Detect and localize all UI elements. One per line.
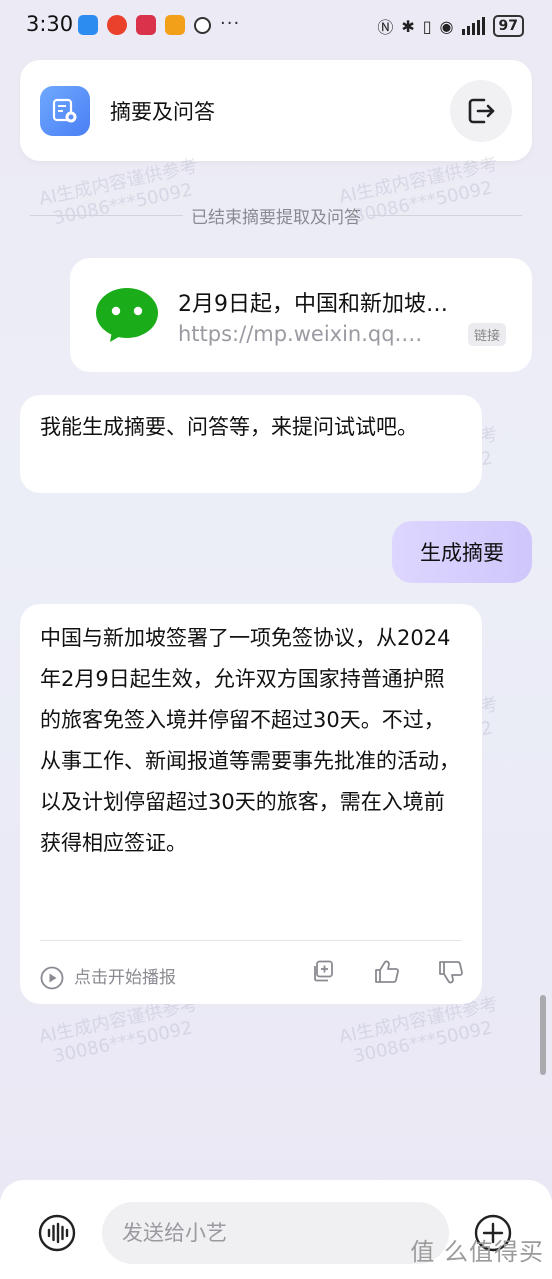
divider-line xyxy=(30,215,183,216)
voice-input-icon[interactable] xyxy=(38,1214,76,1252)
play-icon xyxy=(40,966,64,990)
exit-icon xyxy=(468,98,495,124)
assistant-message-intro: 我能生成摘要、问答等，来提问试试吧。 xyxy=(20,395,482,493)
summary-text: 中国与新加坡签署了一项免签协议，从2024年2月9日起生效，允许双方国家持普通护… xyxy=(40,626,460,855)
watermark: AI生成内容谨供参考30086***50092 xyxy=(37,993,200,1068)
copy-icon[interactable] xyxy=(312,960,334,982)
messenger-notification-icon xyxy=(78,15,98,35)
app-notification-icon xyxy=(194,17,211,34)
play-label: 点击开始播报 xyxy=(74,968,176,988)
status-time: 3:30 xyxy=(26,12,74,36)
more-notifications-icon: ··· xyxy=(220,13,241,34)
link-url: https://mp.weixin.qq.… xyxy=(178,322,423,346)
nfc-icon: Ⓝ xyxy=(377,18,394,37)
thumbs-down-icon[interactable] xyxy=(438,960,464,984)
link-title: 2月9日起，中国和新加坡… xyxy=(178,292,448,317)
session-status-text: 已结束摘要提取及问答 xyxy=(191,208,361,228)
message-text: 生成摘要 xyxy=(420,541,504,565)
summary-app-icon xyxy=(40,86,90,136)
notification-icons: ··· xyxy=(78,15,240,35)
brand-watermark: 值 么值得买 xyxy=(410,1238,544,1266)
page-title: 摘要及问答 xyxy=(110,100,215,124)
user-message: 生成摘要 xyxy=(392,521,532,583)
battery-indicator: 97 xyxy=(492,15,524,37)
bluetooth-icon: ✱ xyxy=(401,16,415,36)
weibo-notification-icon xyxy=(107,15,127,35)
session-status-divider: 已结束摘要提取及问答 xyxy=(30,203,522,228)
thumbs-up-icon[interactable] xyxy=(374,960,400,984)
app-notification-icon xyxy=(136,15,156,35)
scrollbar[interactable] xyxy=(540,995,546,1075)
play-broadcast-button[interactable]: 点击开始播报 xyxy=(40,958,176,998)
answer-divider xyxy=(40,940,462,941)
vibrate-icon: ▯ xyxy=(422,16,432,36)
message-input[interactable] xyxy=(102,1202,449,1264)
exit-button[interactable] xyxy=(450,80,512,142)
shared-link-card[interactable]: 2月9日起，中国和新加坡… https://mp.weixin.qq.… 链接 xyxy=(70,258,532,372)
watermark: AI生成内容谨供参考30086***50092 xyxy=(337,993,500,1068)
signal-icon xyxy=(461,17,485,35)
divider-line xyxy=(369,215,522,216)
status-bar: 3:30 ··· Ⓝ ✱ ▯ ◉ 97 xyxy=(0,0,552,52)
link-type-badge: 链接 xyxy=(467,323,506,346)
hotspot-icon: ◉ xyxy=(439,16,454,36)
message-text: 我能生成摘要、问答等，来提问试试吧。 xyxy=(40,415,418,439)
app-notification-icon xyxy=(165,15,185,35)
wechat-icon xyxy=(96,288,158,342)
assistant-message-summary: 中国与新加坡签署了一项免签协议，从2024年2月9日起生效，允许双方国家持普通护… xyxy=(20,604,482,1004)
header-card: 摘要及问答 xyxy=(20,60,532,161)
system-icons: Ⓝ ✱ ▯ ◉ 97 xyxy=(377,14,524,38)
